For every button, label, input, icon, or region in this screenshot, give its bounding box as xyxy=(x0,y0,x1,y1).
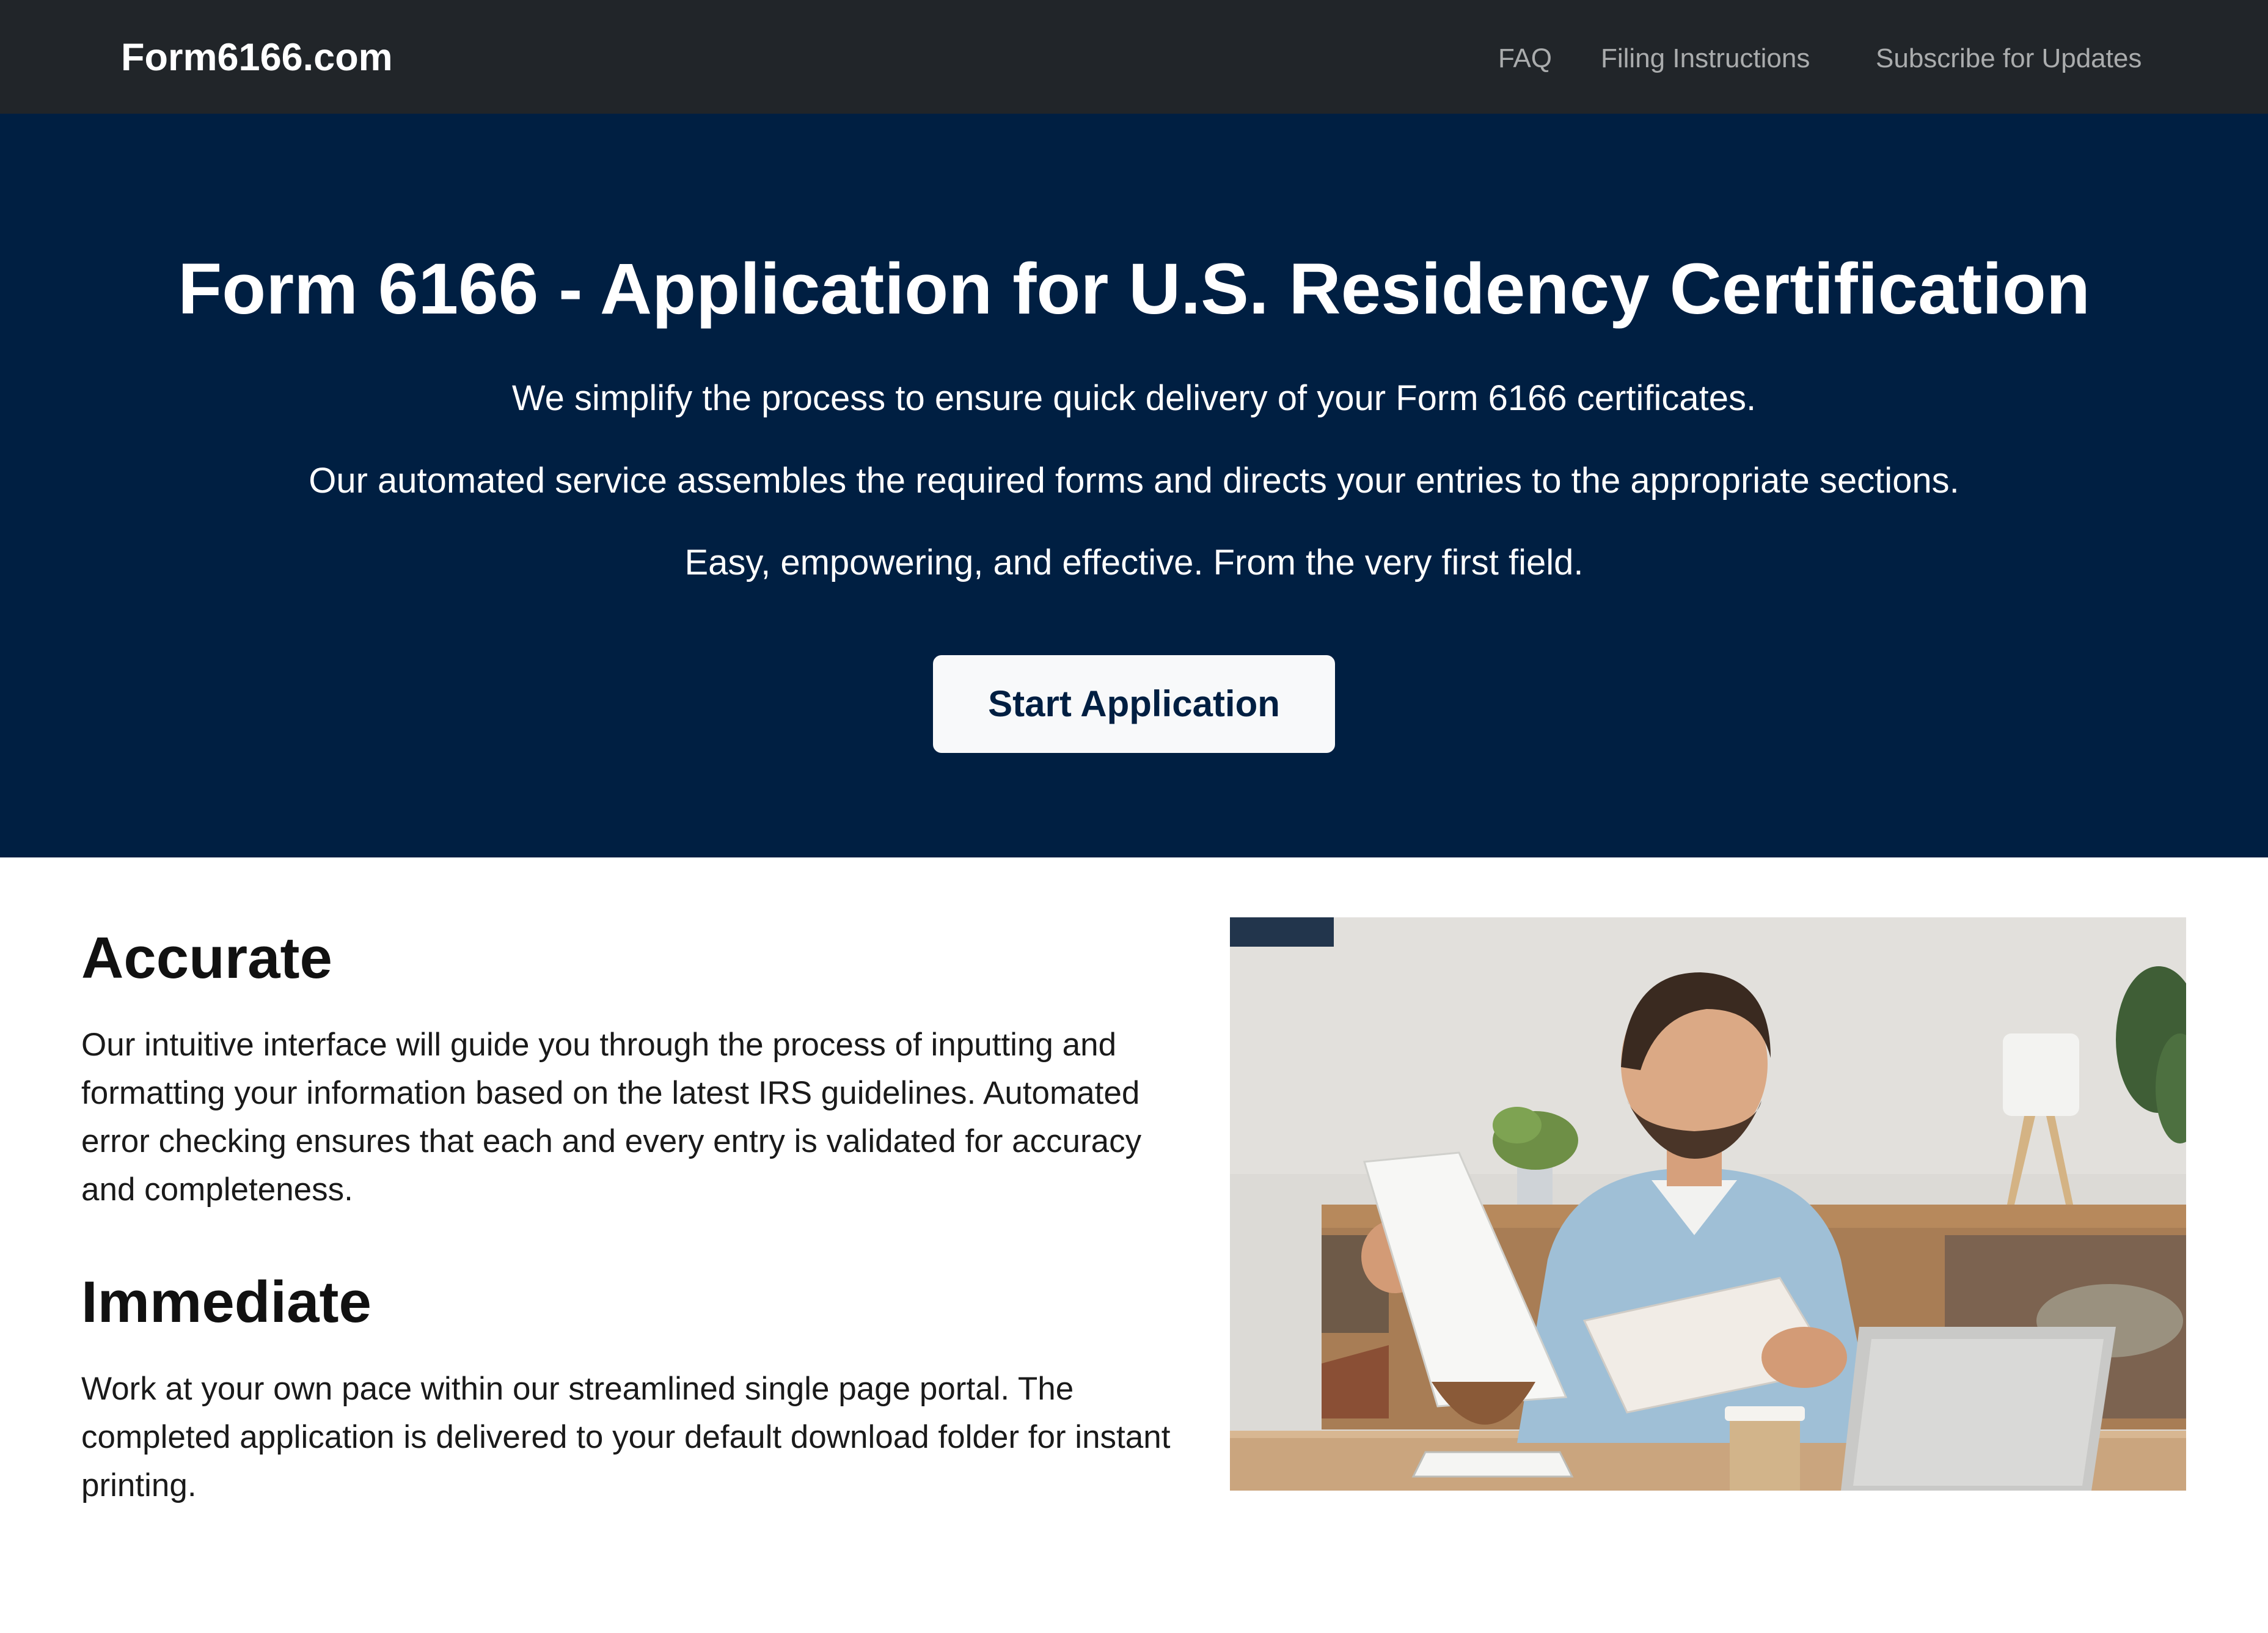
nav-link-filing-instructions[interactable]: Filing Instructions xyxy=(1601,40,1810,77)
hero-title: Form 6166 - Application for U.S. Residen… xyxy=(178,249,2090,329)
start-application-button[interactable]: Start Application xyxy=(933,655,1335,753)
feature-heading-accurate: Accurate xyxy=(81,925,332,991)
man-reviewing-documents-photo xyxy=(1230,917,2186,1491)
feature-text-immediate: Work at your own pace within our streaml… xyxy=(81,1371,1171,1503)
hero-section: Form 6166 - Application for U.S. Residen… xyxy=(0,114,2268,857)
brand-logo-link[interactable]: Form6166.com xyxy=(121,35,393,79)
hero-tagline-3: Easy, empowering, and effective. From th… xyxy=(684,543,1584,582)
nav-link-faq[interactable]: FAQ xyxy=(1498,40,1552,77)
hero-tagline-1: We simplify the process to ensure quick … xyxy=(511,378,1757,418)
feature-text-accurate: Our intuitive interface will guide you t… xyxy=(81,1027,1142,1208)
hero-tagline-2: Our automated service assembles the requ… xyxy=(309,461,1959,501)
top-navbar: Form6166.com FAQ Filing Instructions Sub… xyxy=(0,0,2268,114)
feature-heading-immediate: Immediate xyxy=(81,1269,371,1335)
nav-link-subscribe-for-updates[interactable]: Subscribe for Updates xyxy=(1876,40,2142,77)
